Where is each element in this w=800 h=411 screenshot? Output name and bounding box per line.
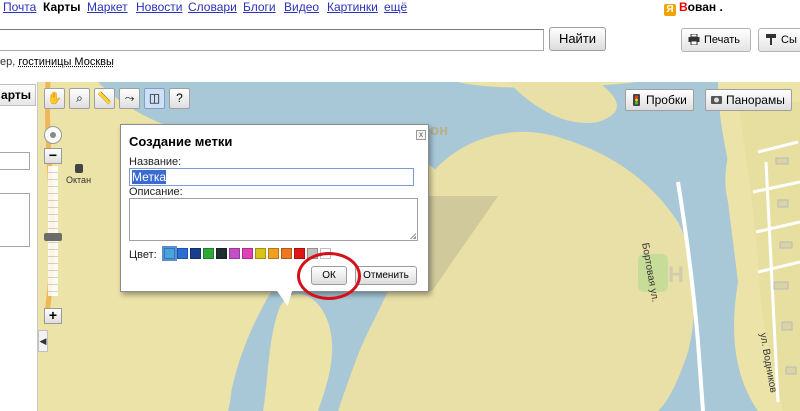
close-icon[interactable]: x [416, 130, 426, 140]
color-swatch[interactable] [294, 248, 305, 259]
traffic-light-icon [633, 94, 640, 106]
print-button[interactable]: Печать [681, 28, 751, 52]
name-value: Метка [132, 170, 167, 184]
example-prefix: ер, [0, 56, 19, 68]
placemark-icon[interactable]: ◫ [144, 88, 165, 109]
traffic-label: Пробки [646, 93, 687, 107]
printer-icon [688, 34, 700, 45]
nav-link-dictionaries[interactable]: Словари [188, 0, 237, 14]
color-swatch[interactable] [229, 248, 240, 259]
panorama-icon [711, 96, 722, 104]
zoom-area-icon[interactable]: ⌕ [69, 88, 90, 109]
search-button[interactable]: Найти [549, 27, 606, 51]
hand-icon[interactable]: ✋ [44, 88, 65, 109]
color-swatch[interactable] [320, 248, 331, 259]
nav-link-market[interactable]: Маркет [87, 0, 128, 14]
route-icon[interactable]: ⤳ [119, 88, 140, 109]
search-example: ер, гостиницы Москвы [0, 56, 114, 68]
traffic-button[interactable]: Пробки [625, 89, 694, 111]
tab-maps[interactable]: арты [0, 84, 36, 106]
color-label: Цвет: [129, 249, 157, 261]
panoramas-label: Панорамы [726, 93, 785, 107]
color-swatch[interactable] [162, 246, 177, 261]
pin-icon [766, 34, 776, 45]
cancel-button[interactable]: Отменить [355, 266, 417, 285]
panoramas-button[interactable]: Панорамы [705, 89, 792, 111]
zoom-rail[interactable] [48, 166, 58, 296]
nav-link-more[interactable]: ещё [384, 0, 407, 14]
zoom-slider-thumb[interactable] [44, 233, 62, 241]
color-swatch[interactable] [268, 248, 279, 259]
nav-link-news[interactable]: Новости [136, 0, 182, 14]
color-swatch[interactable] [216, 248, 227, 259]
color-swatch[interactable] [242, 248, 253, 259]
color-swatch[interactable] [281, 248, 292, 259]
nav-link-video[interactable]: Видео [284, 0, 319, 14]
collapse-panel-button[interactable]: ◀ [38, 330, 48, 352]
yandex-logo-icon: Я [664, 4, 676, 16]
print-label: Печать [704, 34, 741, 46]
color-swatch[interactable] [190, 248, 201, 259]
color-swatch[interactable] [203, 248, 214, 259]
color-swatch[interactable] [307, 248, 318, 259]
dialog-pointer [276, 290, 296, 306]
nav-link-mail[interactable]: Почта [3, 0, 36, 14]
river-label: он [430, 122, 449, 139]
poi-octan[interactable]: Октан [66, 164, 91, 185]
share-label: Сы [781, 34, 797, 46]
nav-current-maps: Карты [43, 0, 81, 14]
svg-text:Н: Н [668, 262, 684, 287]
user-name-rest: ован . [687, 0, 723, 14]
ok-button[interactable]: ОК [311, 266, 347, 285]
zoom-in-button[interactable]: + [44, 308, 62, 324]
ruler-icon[interactable]: 📏 [94, 88, 115, 109]
compass-icon[interactable] [44, 126, 62, 144]
search-input[interactable] [0, 29, 544, 51]
user-name-first-letter: В [679, 0, 688, 14]
poi-label: Октан [66, 175, 92, 185]
panel-input[interactable] [0, 152, 30, 170]
description-field[interactable] [129, 198, 418, 241]
nav-link-images[interactable]: Картинки [327, 0, 378, 14]
panel-textarea[interactable] [0, 193, 30, 247]
nav-link-blogs[interactable]: Блоги [243, 0, 276, 14]
color-swatch[interactable] [255, 248, 266, 259]
zoom-out-button[interactable]: − [44, 148, 62, 164]
name-label: Название: [129, 156, 182, 168]
name-field[interactable]: Метка [129, 168, 414, 186]
color-swatch[interactable] [177, 248, 188, 259]
description-label: Описание: [129, 186, 183, 198]
info-icon[interactable]: ? [169, 88, 190, 109]
share-button[interactable]: Сы [758, 28, 800, 52]
placemark-dialog: Создание метки x Название: Метка Описани… [120, 124, 429, 292]
example-link[interactable]: гостиницы Москвы [18, 56, 114, 68]
user-menu[interactable]: Я Вован . [664, 0, 723, 16]
fuel-station-icon [74, 164, 83, 173]
dialog-title: Создание метки [129, 134, 233, 149]
